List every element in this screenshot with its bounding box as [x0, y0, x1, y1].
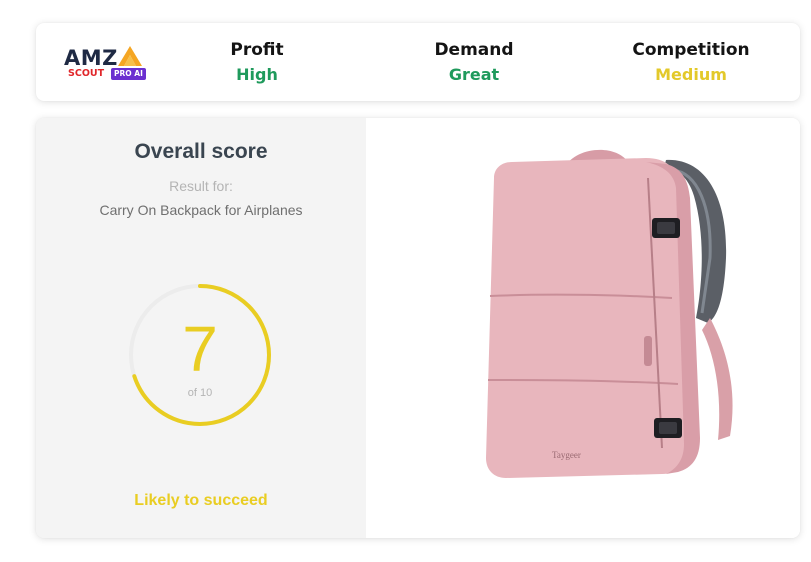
arrow-up-icon — [118, 46, 142, 66]
product-image-panel: Taygeer — [366, 118, 800, 538]
metric-value: Great — [448, 65, 500, 84]
product-name: Carry On Backpack for Airplanes — [99, 202, 303, 218]
metric-value: Medium — [655, 65, 727, 84]
amzscout-logo: AMZ SCOUT PRO AI — [64, 46, 154, 84]
score-value: 7 — [182, 313, 218, 385]
score-panel: Overall score Result for: Carry On Backp… — [36, 118, 366, 538]
competition-metric: Competition Medium — [611, 40, 771, 85]
metric-label: Competition — [632, 40, 750, 60]
overall-score-card: Overall score Result for: Carry On Backp… — [36, 118, 800, 538]
score-title: Overall score — [134, 140, 268, 163]
demand-metric: Demand Great — [394, 40, 554, 85]
metric-label: Profit — [230, 40, 284, 60]
svg-text:Taygeer: Taygeer — [552, 450, 581, 460]
score-out-of: of 10 — [187, 387, 213, 399]
metric-label: Demand — [434, 40, 514, 60]
metric-value: High — [236, 65, 278, 84]
profit-metric: Profit High — [177, 40, 337, 85]
metrics-header: AMZ SCOUT PRO AI Profit High Demand Grea… — [36, 23, 800, 101]
result-for-label: Result for: — [169, 178, 233, 194]
score-verdict: Likely to succeed — [134, 492, 268, 509]
pink-backpack-image: Taygeer — [486, 149, 733, 478]
